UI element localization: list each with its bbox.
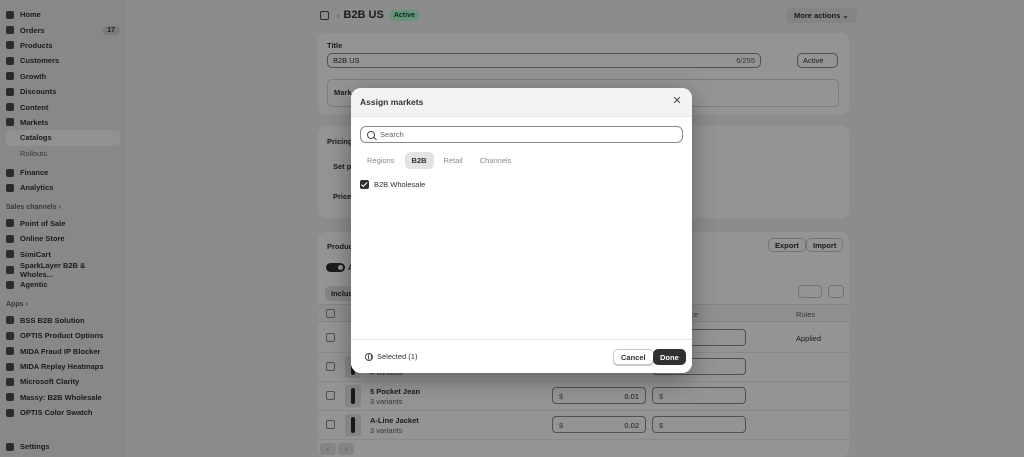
search-icon — [367, 130, 375, 139]
assign-markets-modal: Assign markets ✕ Regions B2B Retail Chan… — [351, 88, 692, 373]
done-button[interactable]: Done — [653, 349, 686, 365]
tab-regions[interactable]: Regions — [360, 152, 402, 169]
selected-summary[interactable]: Selected (1) — [365, 352, 417, 361]
globe-icon — [365, 352, 373, 361]
modal-footer: Selected (1) Cancel Done — [351, 339, 692, 373]
selected-count: Selected (1) — [377, 352, 418, 361]
tab-channels[interactable]: Channels — [473, 152, 519, 169]
modal-header: Assign markets ✕ — [351, 88, 692, 117]
tab-retail[interactable]: Retail — [437, 152, 470, 169]
market-option-b2b-wholesale[interactable]: B2B Wholesale — [360, 180, 425, 189]
checkbox-checked[interactable] — [360, 180, 369, 189]
close-icon[interactable]: ✕ — [671, 95, 683, 107]
tab-b2b[interactable]: B2B — [404, 152, 434, 169]
search-input[interactable] — [380, 130, 676, 139]
search-field[interactable] — [360, 126, 683, 143]
modal-title: Assign markets — [360, 97, 424, 107]
cancel-button[interactable]: Cancel — [613, 349, 654, 365]
option-label: B2B Wholesale — [374, 180, 426, 189]
market-type-tabs: Regions B2B Retail Channels — [360, 152, 518, 169]
